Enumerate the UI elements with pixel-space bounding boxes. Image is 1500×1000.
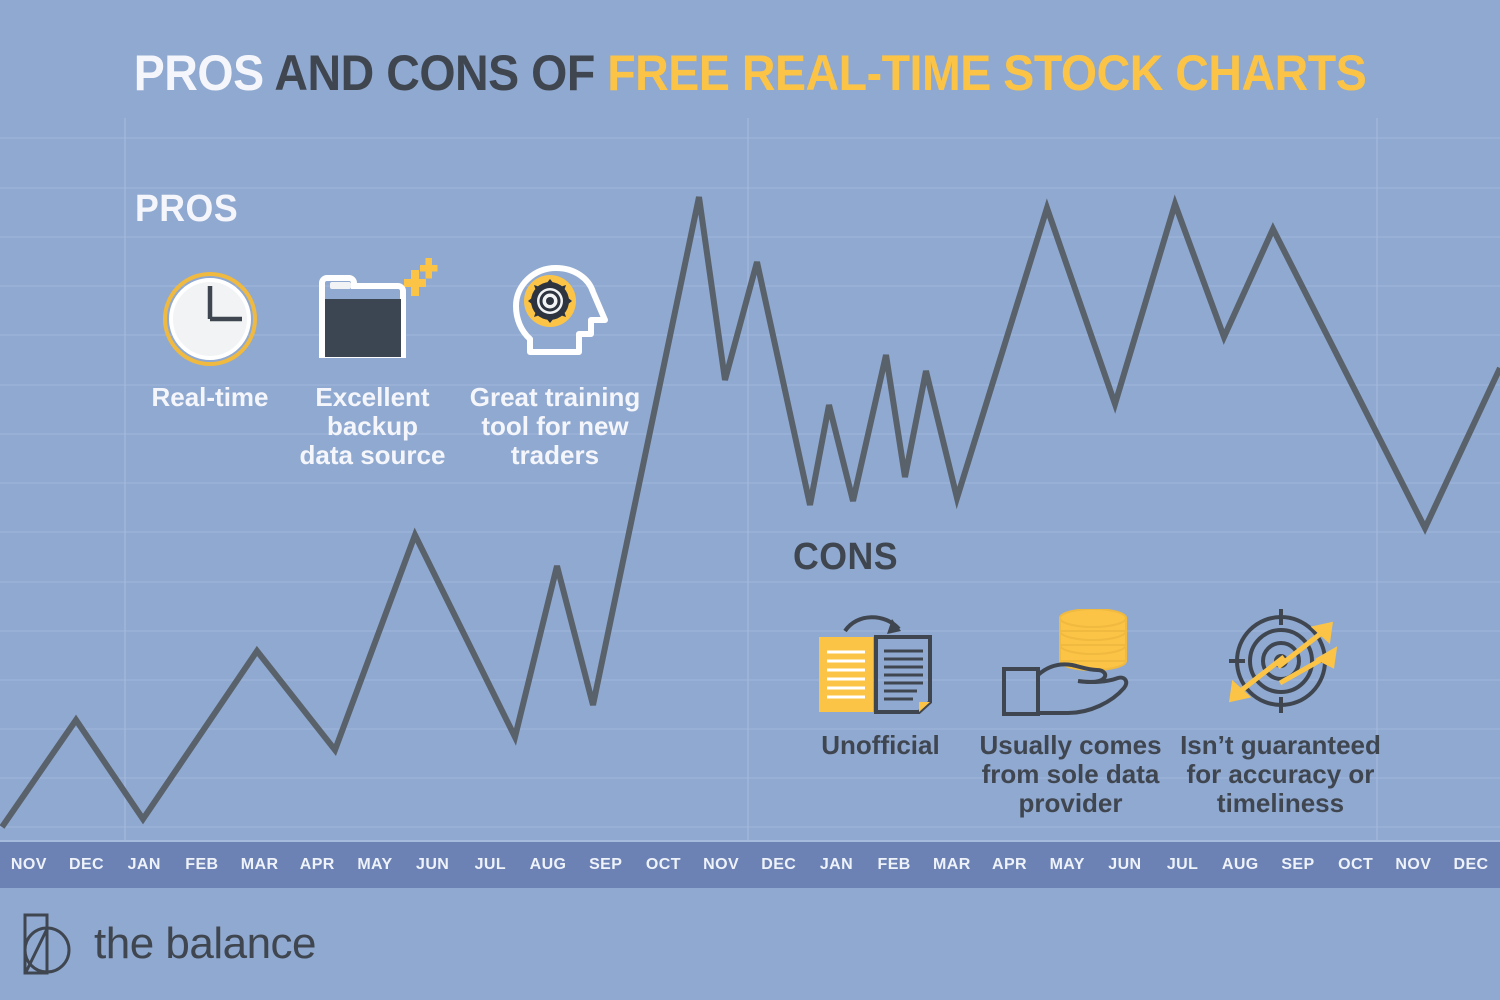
caption-line: Isn’t guaranteed	[1180, 730, 1381, 760]
caption-line: Great training	[469, 382, 641, 412]
balance-b-mark-icon	[23, 913, 71, 975]
brand-logo[interactable]: the balance	[22, 912, 317, 976]
month-tick-label: OCT	[1338, 856, 1374, 873]
pros-item-real-time: Real-time	[135, 259, 285, 412]
brand-logo-text: the balance	[94, 919, 317, 968]
month-tick-label: JAN	[819, 856, 854, 873]
caption-line: Real-time	[151, 382, 269, 412]
month-tick-label: NOV	[10, 856, 47, 873]
cons-items: Unofficial Usually comes from sole data …	[793, 607, 1388, 818]
month-tick-label: OCT	[645, 856, 681, 873]
caption-line: traders	[510, 440, 600, 471]
month-tick-label: MAR	[240, 856, 279, 873]
month-tick-label: JUL	[1166, 856, 1199, 873]
cons-group: CONS Unofficial Usually comes from sole …	[793, 536, 1388, 818]
head-gear-icon	[513, 265, 608, 355]
cons-caption: Unofficial	[821, 730, 940, 760]
month-tick-label: AUG	[529, 856, 567, 873]
pros-icon-box	[496, 259, 614, 369]
coin-stack	[1059, 609, 1127, 671]
cons-icon-box	[1216, 607, 1346, 717]
month-tick-label: JAN	[127, 856, 161, 873]
title-part-pros: PROS	[133, 45, 264, 101]
cons-caption: Isn’t guaranteed for accuracy or timelines…	[1180, 730, 1381, 819]
cons-heading: CONS	[793, 536, 899, 578]
folder-plus-icon	[318, 258, 437, 358]
month-axis: NOV DEC JAN FEB MAR APR MAY JUN JUL AUG SEP OCT NOV D…	[0, 840, 1500, 888]
month-tick-label: DEC	[69, 856, 105, 873]
page-title: PROS AND CONS OF FREE REAL-TIME STOCK CH…	[53, 48, 1448, 98]
pros-icon-box	[160, 259, 260, 369]
clock-icon	[163, 272, 257, 366]
month-tick-label: APR	[299, 856, 335, 873]
title-part-middle: AND CONS OF	[263, 45, 608, 101]
month-tick-label: MAY	[357, 856, 393, 873]
month-tick-label: NOV	[1395, 856, 1432, 873]
pros-caption: Real-time	[151, 382, 269, 412]
pros-item-training-tool: Great training tool for new traders	[460, 259, 650, 470]
month-tick-label: JUN	[416, 856, 450, 873]
month-tick-label: FEB	[877, 856, 911, 873]
month-tick-label: MAR	[933, 856, 971, 873]
cons-item-no-guarantee: Isn’t guaranteed for accuracy or timelines…	[1173, 607, 1388, 818]
cons-icon-box	[998, 607, 1143, 717]
month-tick-label: SEP	[589, 856, 623, 873]
month-tick-label: NOV	[703, 856, 740, 873]
pros-items: Real-time Excellent backup data source G…	[135, 258, 650, 471]
month-tick-label: JUN	[1108, 856, 1142, 873]
target-arrows-icon	[1228, 609, 1337, 713]
pros-caption: Great training tool for new traders	[469, 382, 641, 471]
cons-item-sole-provider: Usually comes from sole data provider	[968, 607, 1173, 818]
plus-marks	[403, 258, 437, 296]
caption-line: timeliness	[1216, 788, 1345, 819]
caption-line: data source	[299, 440, 446, 471]
month-tick-label: FEB	[185, 856, 219, 873]
caption-line: Unofficial	[821, 730, 940, 760]
pros-icon-box	[308, 258, 438, 369]
hand	[1002, 662, 1129, 716]
caption-line: Usually comes	[979, 730, 1162, 760]
cons-icon-box	[813, 607, 948, 717]
month-tick-label: MAY	[1049, 856, 1085, 873]
month-tick-label: APR	[992, 856, 1028, 873]
caption-line: provider	[1018, 788, 1123, 819]
cons-caption: Usually comes from sole data provider	[979, 730, 1162, 819]
document-copy-icon	[819, 615, 932, 714]
month-tick-label: SEP	[1281, 856, 1315, 873]
pros-group: PROS Real-time Excellent backup data sou…	[135, 188, 650, 470]
arrows	[1228, 621, 1337, 703]
footer: the balance	[0, 888, 1500, 1000]
infographic-canvas: PROS AND CONS OF FREE REAL-TIME STOCK CH…	[0, 0, 1500, 1000]
month-tick-label: AUG	[1221, 856, 1259, 873]
pros-item-backup-source: Excellent backup data source	[285, 258, 460, 471]
caption-line: from sole data	[981, 759, 1160, 790]
title-part-highlight: FREE REAL-TIME STOCK CHARTS	[607, 45, 1367, 101]
pros-heading: PROS	[135, 188, 239, 230]
caption-line: for accuracy or	[1186, 759, 1375, 790]
hand-coins-icon	[1002, 609, 1129, 716]
cons-item-unofficial: Unofficial	[793, 607, 968, 760]
month-tick-label: DEC	[1453, 856, 1489, 873]
caption-line: Excellent	[315, 382, 430, 412]
caption-line: tool for new	[481, 411, 629, 442]
pros-caption: Excellent backup data source	[299, 382, 446, 471]
month-tick-label: DEC	[761, 856, 797, 873]
month-tick-label: JUL	[474, 856, 507, 873]
caption-line: backup	[326, 411, 418, 442]
